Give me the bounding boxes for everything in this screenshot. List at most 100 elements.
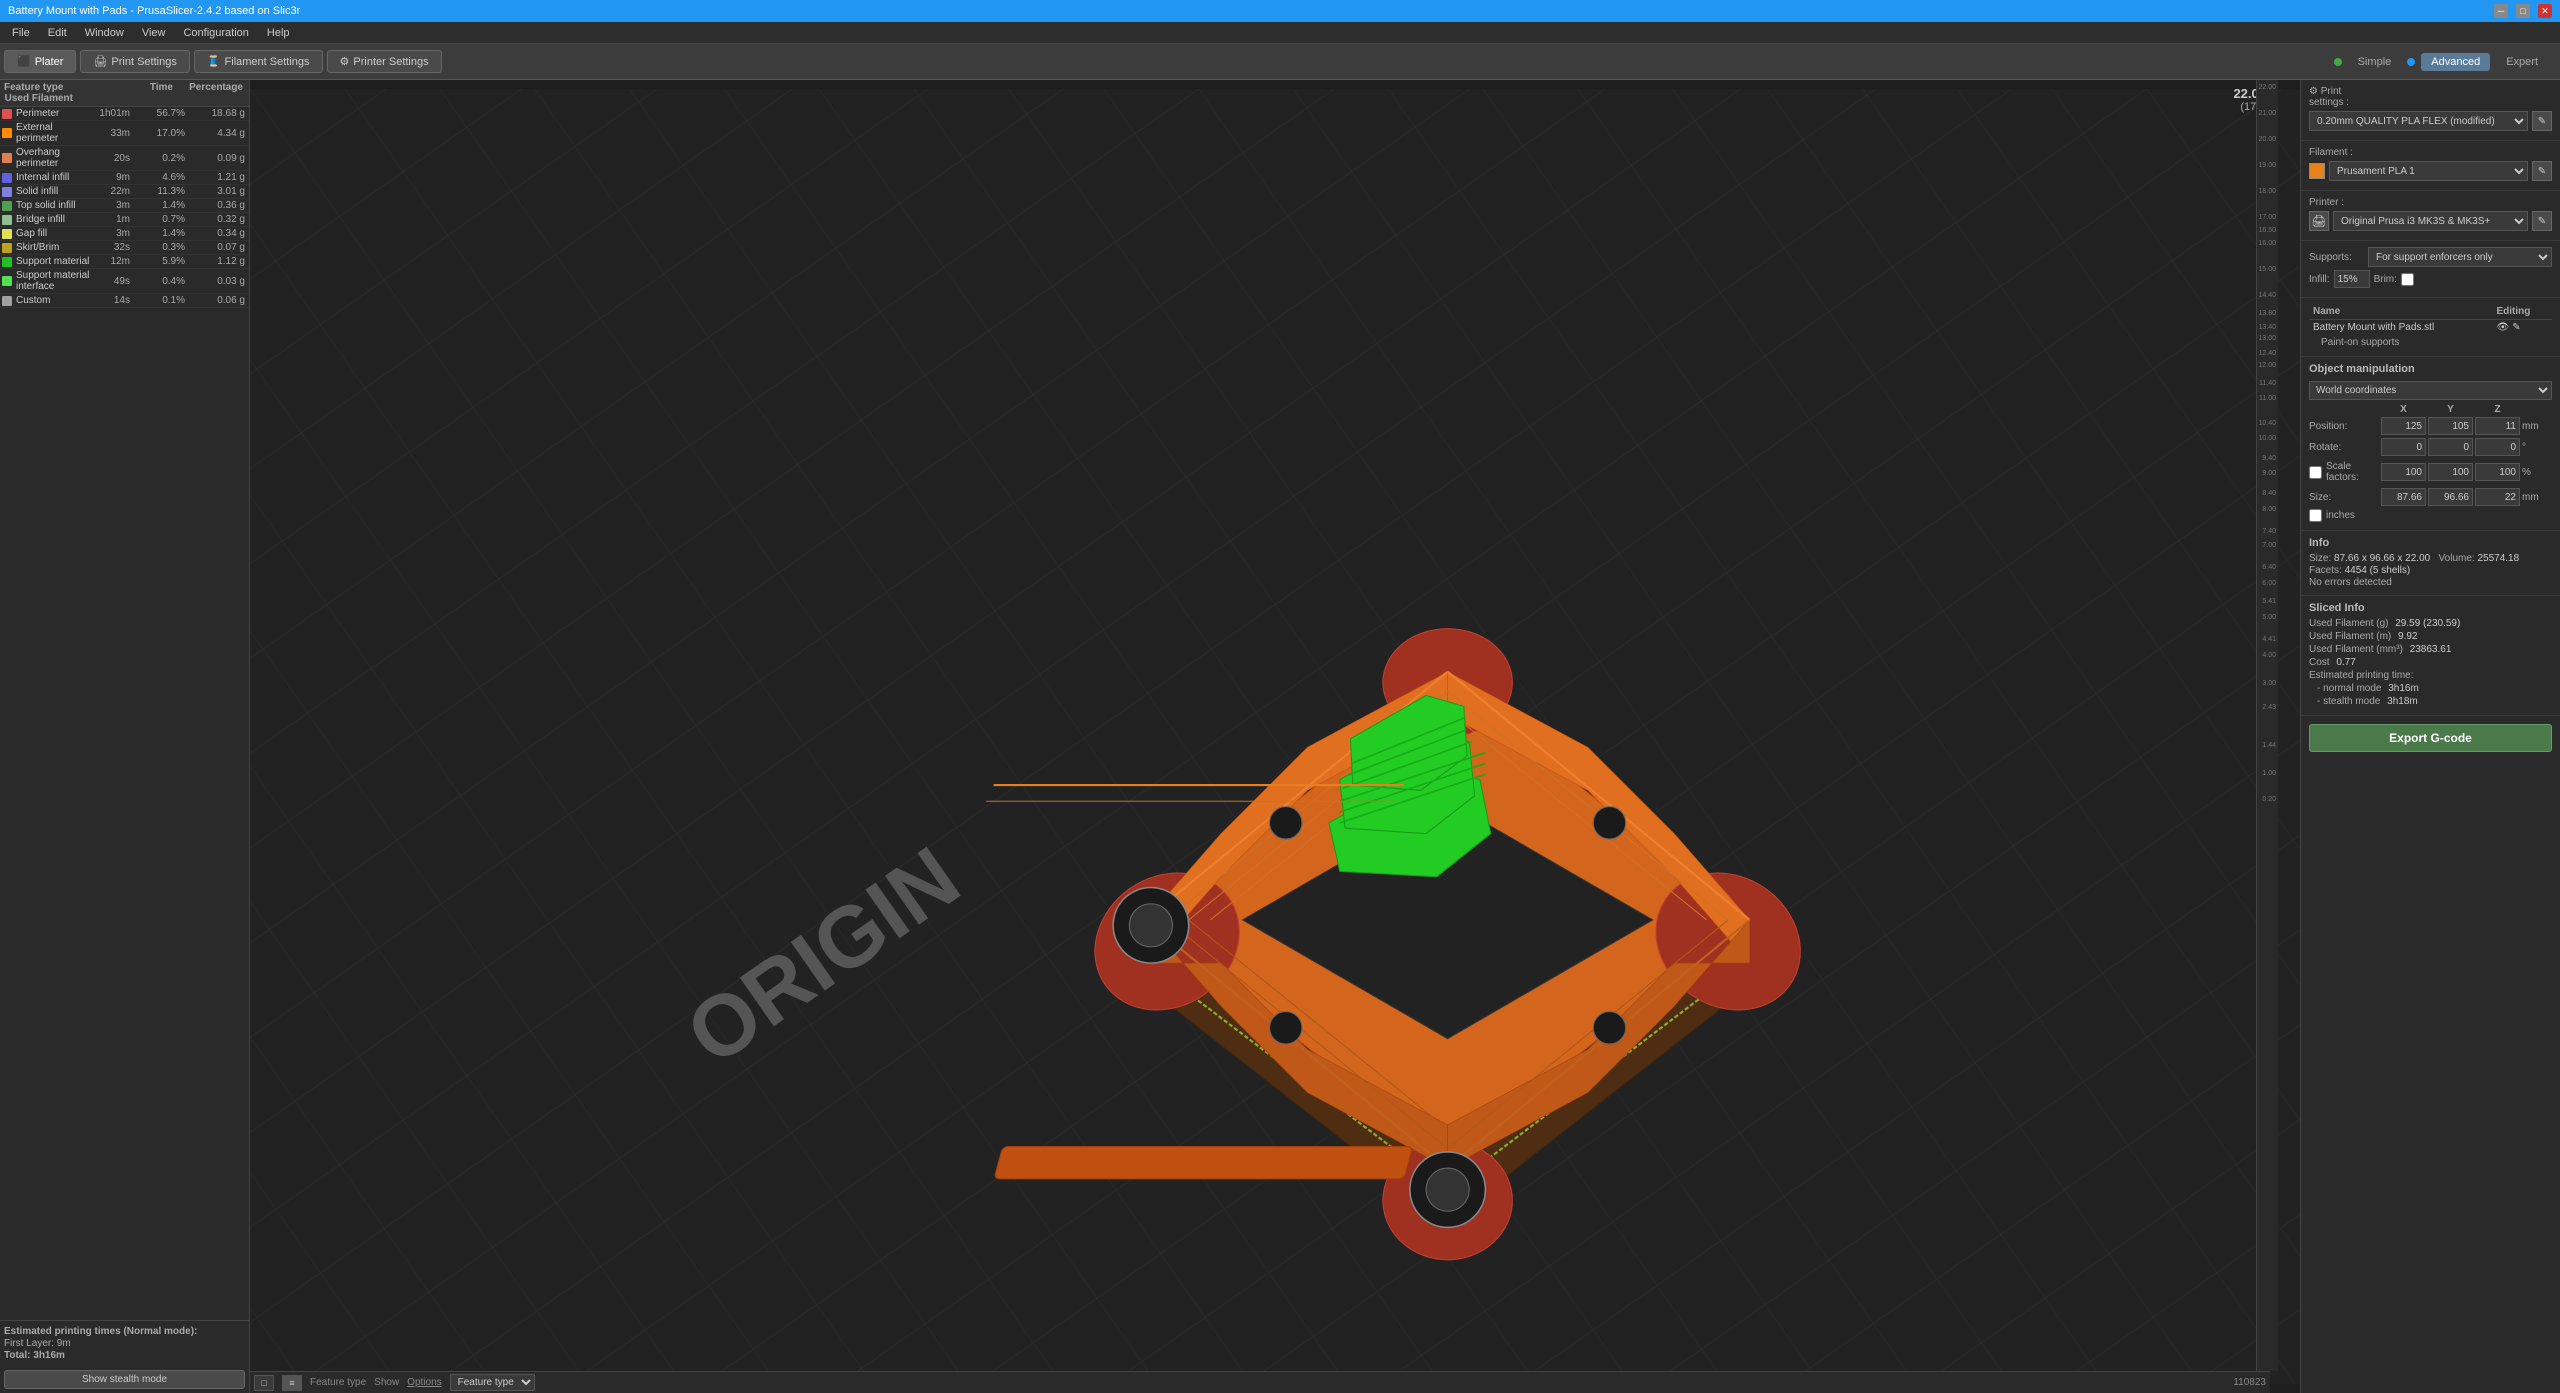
options-label[interactable]: Options (407, 1377, 441, 1388)
feature-color-swatch (2, 153, 12, 163)
minimize-btn[interactable]: ─ (2494, 4, 2508, 18)
feature-time: 1h01m (92, 108, 132, 119)
filament-dropdown[interactable]: Prusament PLA 1 (2329, 161, 2528, 181)
view-2d-btn[interactable]: □ (254, 1375, 274, 1391)
tab-filament-settings[interactable]: 🧵 Filament Settings (194, 50, 323, 73)
est-first-layer: First Layer: 9m (4, 1338, 245, 1349)
filament-color-swatch[interactable] (2309, 163, 2325, 179)
print-settings-edit-btn[interactable]: ✎ (2532, 111, 2552, 131)
feature-time: 33m (92, 128, 132, 139)
size-x-input[interactable] (2381, 488, 2426, 506)
rotate-x-input[interactable] (2381, 438, 2426, 456)
ruler-13-80: 13.80 (2258, 310, 2276, 317)
size-info-row: Size: 87.66 x 96.66 x 22.00 Volume: 2557… (2309, 553, 2552, 564)
feature-color-swatch (2, 229, 12, 239)
mode-expert-btn[interactable]: Expert (2496, 53, 2548, 71)
scale-z-input[interactable] (2475, 463, 2520, 481)
mode-simple-btn[interactable]: Simple (2348, 53, 2402, 71)
filament-edit-btn[interactable]: ✎ (2532, 161, 2552, 181)
position-y-input[interactable] (2428, 417, 2473, 435)
feature-name: Bridge infill (14, 214, 92, 225)
menu-file[interactable]: File (4, 25, 38, 41)
filament-mm3-label: Used Filament (mm³) (2309, 644, 2403, 655)
feature-fil: 4.34 g (187, 128, 247, 139)
export-gcode-button[interactable]: Export G-code (2309, 724, 2552, 752)
rotate-z-input[interactable] (2475, 438, 2520, 456)
inches-row: inches (2309, 509, 2552, 522)
stealth-mode-button[interactable]: Show stealth mode (4, 1370, 245, 1389)
ruler-20: 20.00 (2258, 136, 2276, 143)
menu-window[interactable]: Window (77, 25, 132, 41)
normal-mode-label: - normal mode (2317, 683, 2381, 694)
object-manipulation-title: Object manipulation (2309, 363, 2415, 375)
scale-lock-checkbox[interactable] (2309, 466, 2322, 479)
ruler-9: 9.00 (2262, 470, 2276, 477)
advanced-dot (2407, 58, 2415, 66)
printer-edit-btn[interactable]: ✎ (2532, 211, 2552, 231)
feature-pct: 0.2% (132, 153, 187, 164)
printer-dropdown[interactable]: Original Prusa i3 MK3S & MK3S+ (2333, 211, 2528, 231)
size-y-input[interactable] (2428, 488, 2473, 506)
tab-plater-label: Plater (35, 56, 64, 68)
ruler-1: 1.00 (2262, 770, 2276, 777)
feature-name: Custom (14, 295, 92, 306)
position-x-input[interactable] (2381, 417, 2426, 435)
feature-color-swatch (2, 276, 12, 286)
brim-checkbox[interactable] (2401, 273, 2414, 286)
world-coords-dropdown[interactable]: World coordinates (2309, 381, 2552, 400)
position-z-input[interactable] (2475, 417, 2520, 435)
coord-display: 110823 (2233, 1377, 2266, 1388)
name-editing-table: Name Editing Battery Mount with Pads.stl… (2309, 304, 2552, 350)
view-3d-btn[interactable]: ≡ (282, 1375, 302, 1391)
edit-icon[interactable]: ✎ (2512, 322, 2520, 333)
supports-dropdown[interactable]: For support enforcers only (2368, 247, 2552, 267)
stealth-mode-label: - stealth mode (2317, 696, 2380, 707)
feature-color-swatch (2, 109, 12, 119)
printer-icon: 🖨 (2309, 211, 2329, 231)
feature-color-swatch (2, 201, 12, 211)
scale-checkbox-row: Scale factors: (2309, 461, 2379, 483)
tab-printer-label: Printer Settings (353, 56, 428, 68)
mode-advanced-btn[interactable]: Advanced (2421, 53, 2490, 71)
menu-view[interactable]: View (134, 25, 174, 41)
maximize-btn[interactable]: □ (2516, 4, 2530, 18)
size-z-input[interactable] (2475, 488, 2520, 506)
filament-m-row: Used Filament (m) 9.92 (2309, 631, 2552, 642)
close-btn[interactable]: ✕ (2538, 4, 2552, 18)
filament-g-value: 29.59 (230.59) (2395, 618, 2460, 629)
scale-x-input[interactable] (2381, 463, 2426, 481)
eye-icon[interactable]: 👁 (2496, 322, 2509, 333)
tab-print-settings[interactable]: 🖨 Print Settings (80, 50, 189, 73)
normal-mode-value: 3h16m (2388, 683, 2419, 694)
ruler-18: 18.00 (2258, 188, 2276, 195)
menu-configuration[interactable]: Configuration (175, 25, 256, 41)
feature-fil: 0.06 g (187, 295, 247, 306)
inches-checkbox[interactable] (2309, 509, 2322, 522)
feature-time: 49s (92, 276, 132, 287)
size-unit: mm (2522, 492, 2552, 503)
scale-y-input[interactable] (2428, 463, 2473, 481)
feature-color-swatch (2, 173, 12, 183)
vertical-ruler: 22.00 21.00 20.00 19.00 18.00 17.00 16.5… (2256, 80, 2278, 1371)
menu-help[interactable]: Help (259, 25, 298, 41)
feature-time: 1m (92, 214, 132, 225)
show-label: Show (374, 1377, 399, 1388)
filament-settings-icon: 🧵 (207, 55, 221, 68)
feature-pct: 5.9% (132, 256, 187, 267)
feature-fil: 1.21 g (187, 172, 247, 183)
feature-table-header: Feature type Time Percentage Used Filame… (0, 80, 249, 107)
ruler-5: 5.00 (2262, 614, 2276, 621)
feature-time: 3m (92, 200, 132, 211)
tab-printer-settings[interactable]: ⚙ Printer Settings (327, 50, 442, 73)
feature-fil: 3.01 g (187, 186, 247, 197)
tab-plater[interactable]: ⬛ Plater (4, 50, 76, 73)
rotate-y-input[interactable] (2428, 438, 2473, 456)
print-settings-dropdown[interactable]: 0.20mm QUALITY PLA FLEX (modified) (2309, 111, 2528, 131)
editing-col-header: Editing (2492, 304, 2552, 320)
infill-input[interactable] (2334, 270, 2370, 288)
viewport[interactable]: ORIGIN (250, 80, 2300, 1393)
ruler-12-40: 12.40 (2258, 350, 2276, 357)
info-title: Info (2309, 537, 2552, 549)
menu-edit[interactable]: Edit (40, 25, 75, 41)
feature-type-dropdown[interactable]: Feature type (450, 1374, 535, 1391)
